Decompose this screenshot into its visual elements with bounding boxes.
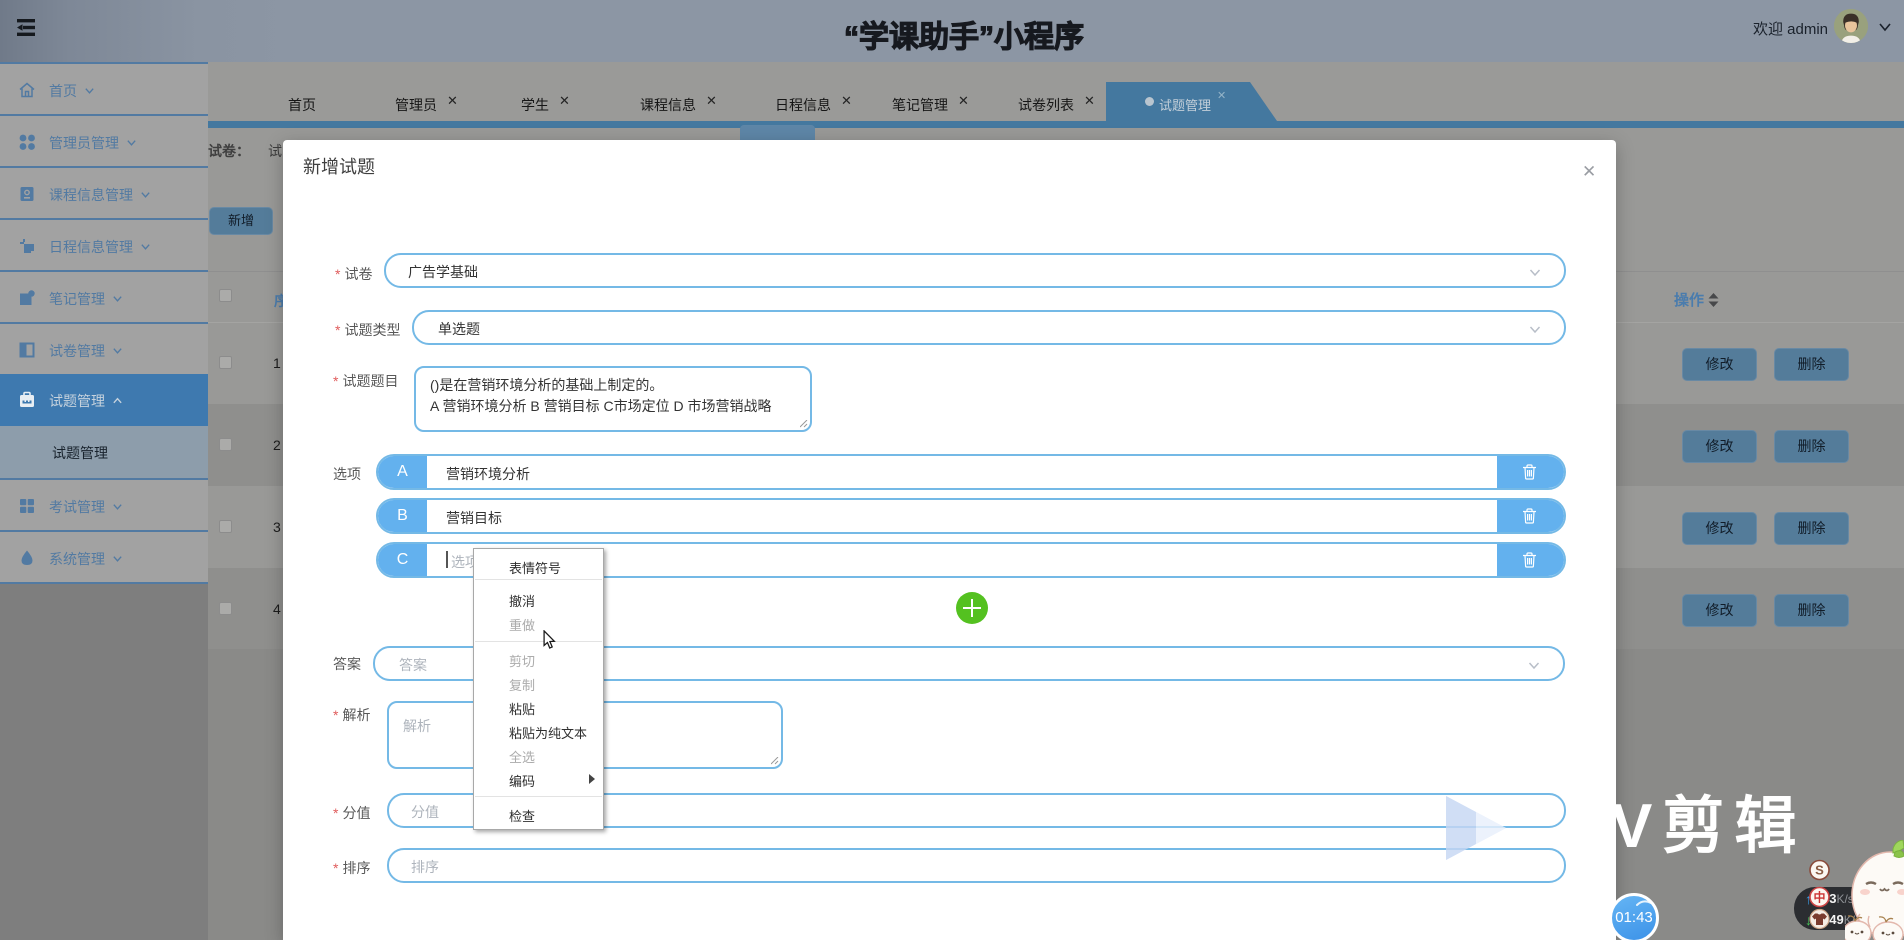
svg-text:S: S — [1815, 863, 1824, 878]
svg-text:中: 中 — [1813, 890, 1825, 905]
